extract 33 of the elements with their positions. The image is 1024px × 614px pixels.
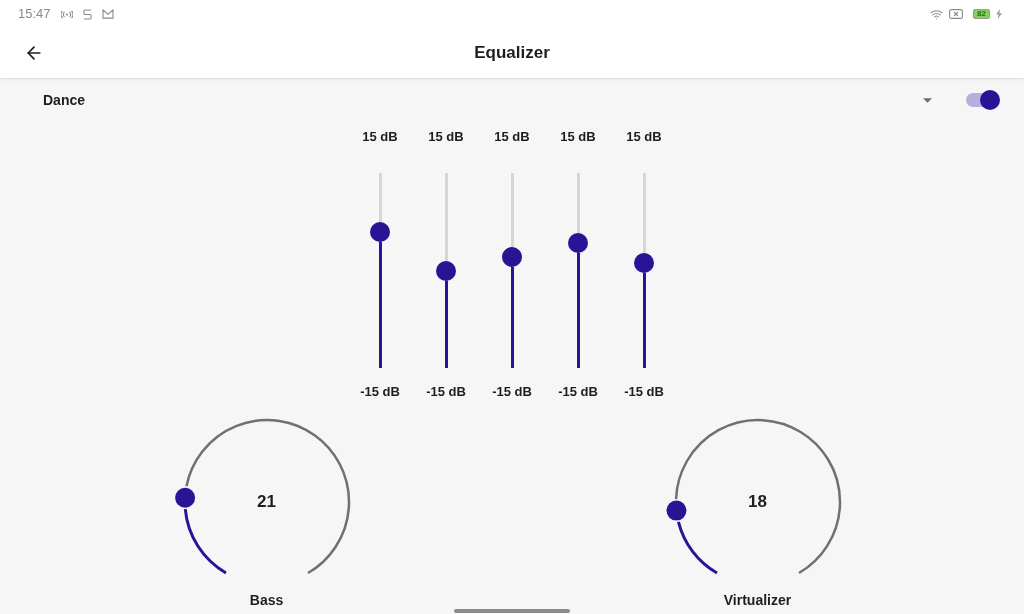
battery-indicator: 82 [973,9,990,19]
screen-title: Equalizer [474,42,550,65]
slider-thumb[interactable] [568,233,588,254]
slider-thumb[interactable] [502,246,522,267]
status-time: 15:47 [18,6,51,22]
max-label: 15 dB [362,129,398,145]
dial-thumb[interactable] [665,500,686,521]
slider-thumb[interactable] [436,260,456,281]
min-label: -15 dB [492,384,532,400]
broadcast-icon [60,9,73,19]
knob-value: 18 [748,492,767,512]
max-label: 15 dB [428,129,464,145]
dropdown-caret-icon [923,97,932,103]
min-label: -15 dB [624,384,664,400]
max-label: 15 dB [626,129,662,145]
min-label: -15 dB [360,384,400,400]
max-label: 15 dB [494,129,530,145]
mail-icon [101,9,114,19]
min-label: -15 dB [426,384,466,400]
slider-thumb[interactable] [634,252,654,273]
knob-value: 21 [257,492,276,512]
knob-label: Bass [249,592,284,608]
dial-thumb[interactable] [174,487,195,508]
max-label: 15 dB [560,129,596,145]
wifi-icon [930,7,944,21]
bolt-icon [996,9,1002,19]
preset-dropdown[interactable]: Dance [43,89,936,111]
toggle-switch[interactable] [966,90,1000,110]
notification-icon [82,8,92,20]
min-label: -15 dB [558,384,598,400]
crossed-box-icon [949,9,964,19]
slider-thumb[interactable] [370,221,390,242]
knob-label: Virtualizer [723,592,792,608]
